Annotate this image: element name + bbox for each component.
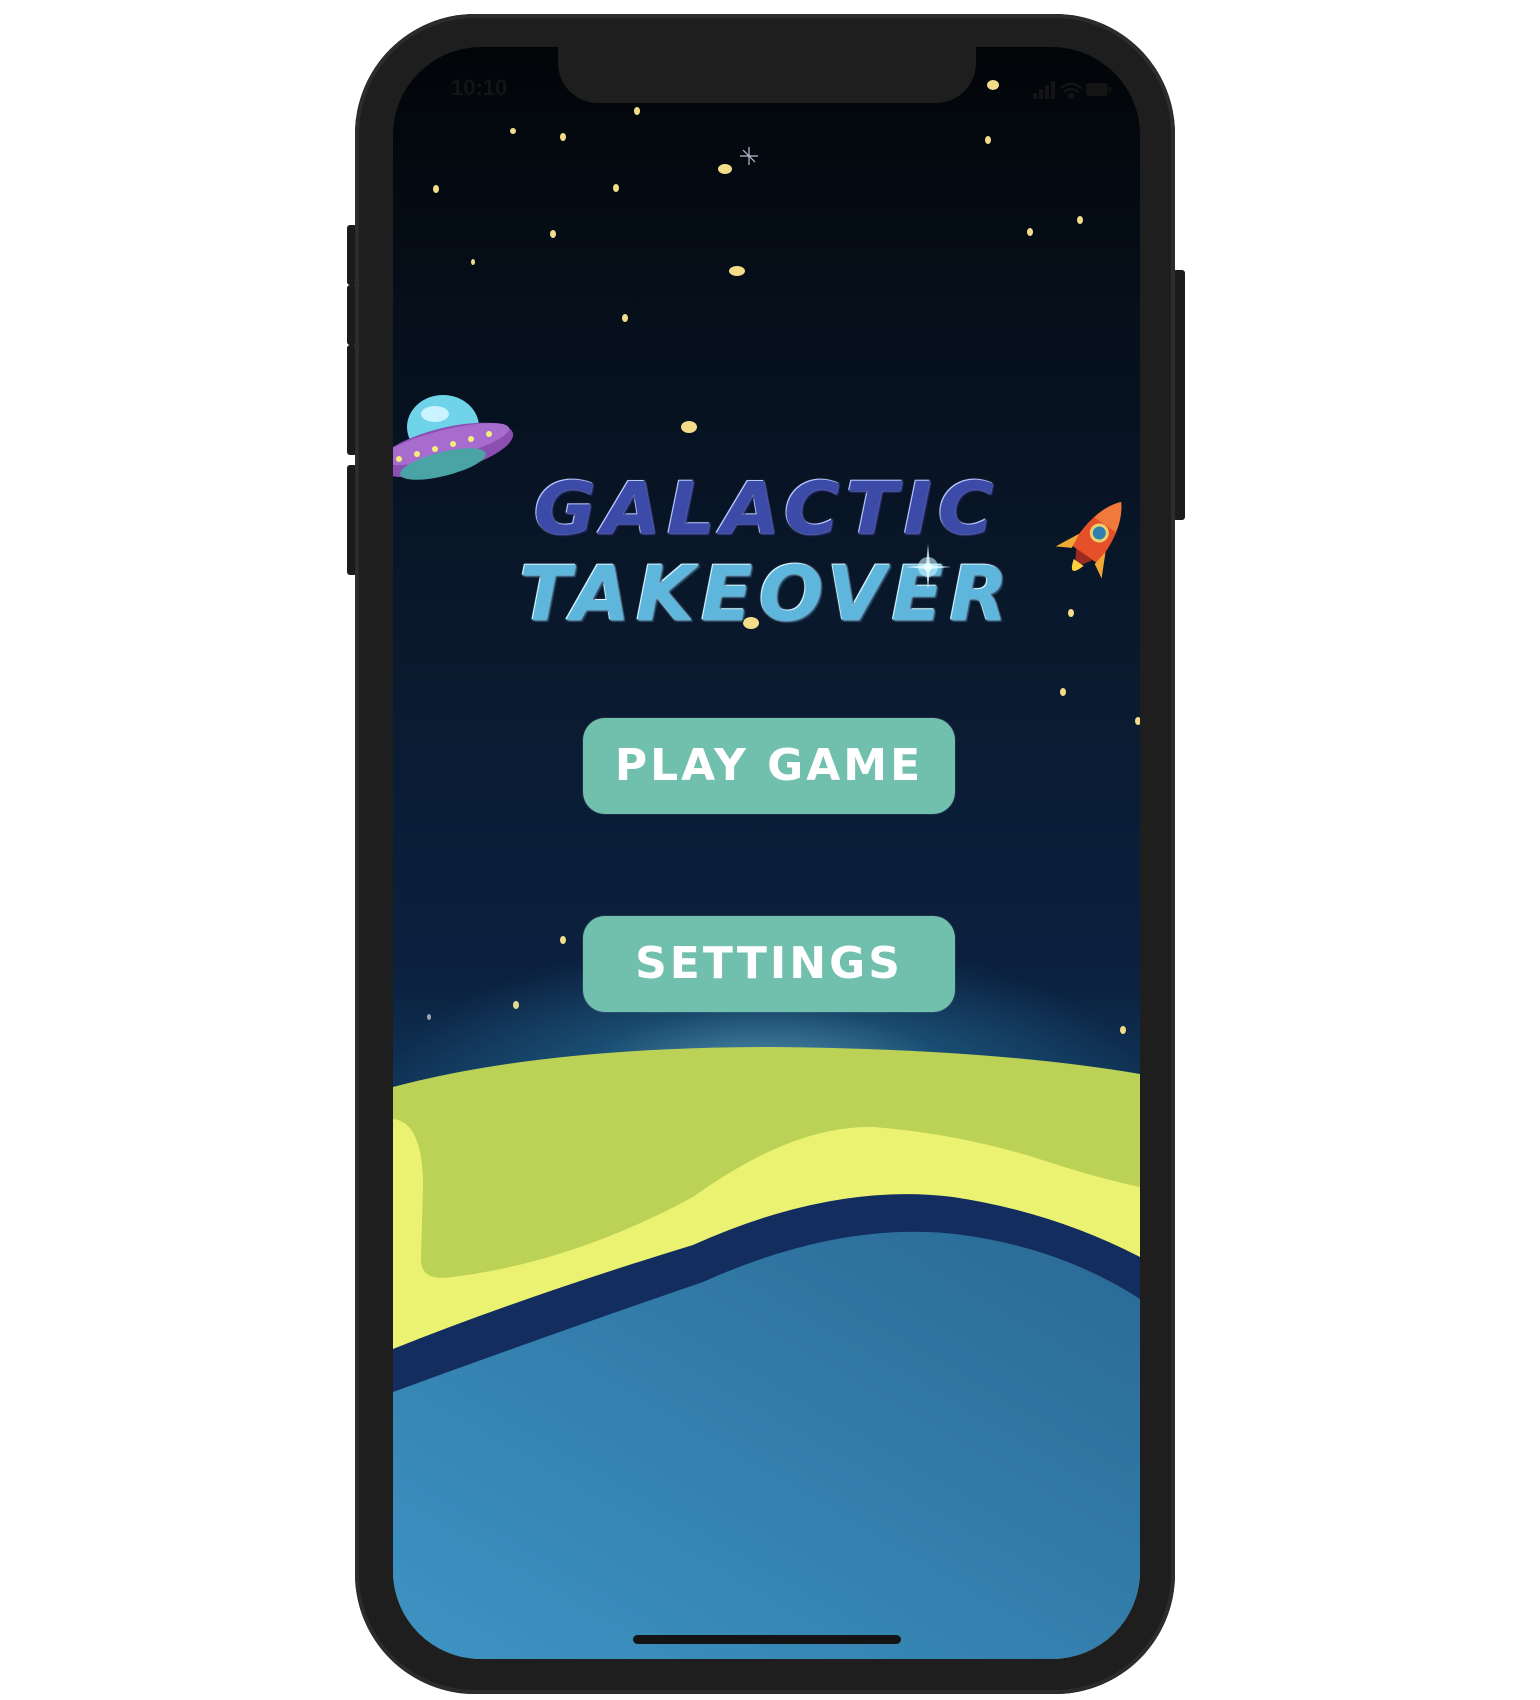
notch: [558, 47, 976, 103]
ufo-icon: [393, 395, 514, 480]
star-icon: [987, 80, 999, 90]
rocket-icon: [1055, 501, 1122, 579]
play-game-button[interactable]: PLAY GAME: [583, 718, 955, 814]
star-icon: [1027, 228, 1033, 236]
star-icon: [622, 314, 628, 322]
cellular-signal-icon: [1033, 81, 1055, 99]
star-icon: [550, 230, 556, 238]
planet-landscape: [393, 1047, 1140, 1659]
star-icon: [471, 259, 475, 265]
star-icon: [560, 133, 566, 141]
status-time: 10:10: [451, 75, 508, 100]
star-icon: [510, 128, 516, 134]
status-icons: [1033, 81, 1111, 100]
star-icon: [1077, 216, 1083, 224]
stage: 10:10 GALACTIC TAKEOVER PLAY GAME SETTIN…: [0, 0, 1540, 1700]
star-icon: [1060, 688, 1066, 696]
star-icon: [718, 164, 732, 174]
star-icon: [613, 184, 619, 192]
star-icon: [1135, 717, 1140, 725]
settings-button[interactable]: SETTINGS: [583, 916, 955, 1012]
star-icon: [729, 266, 745, 276]
game-screen: 10:10 GALACTIC TAKEOVER PLAY GAME SETTIN…: [393, 47, 1140, 1659]
star-icon: [433, 185, 439, 193]
wifi-icon: [1060, 82, 1082, 100]
star-icon: [985, 136, 991, 144]
title-line-takeover: TAKEOVER: [519, 549, 1014, 638]
sparkle-icon: [905, 544, 951, 590]
battery-icon: [1086, 83, 1111, 96]
home-indicator[interactable]: [633, 1635, 901, 1644]
star-icon: [634, 107, 640, 115]
